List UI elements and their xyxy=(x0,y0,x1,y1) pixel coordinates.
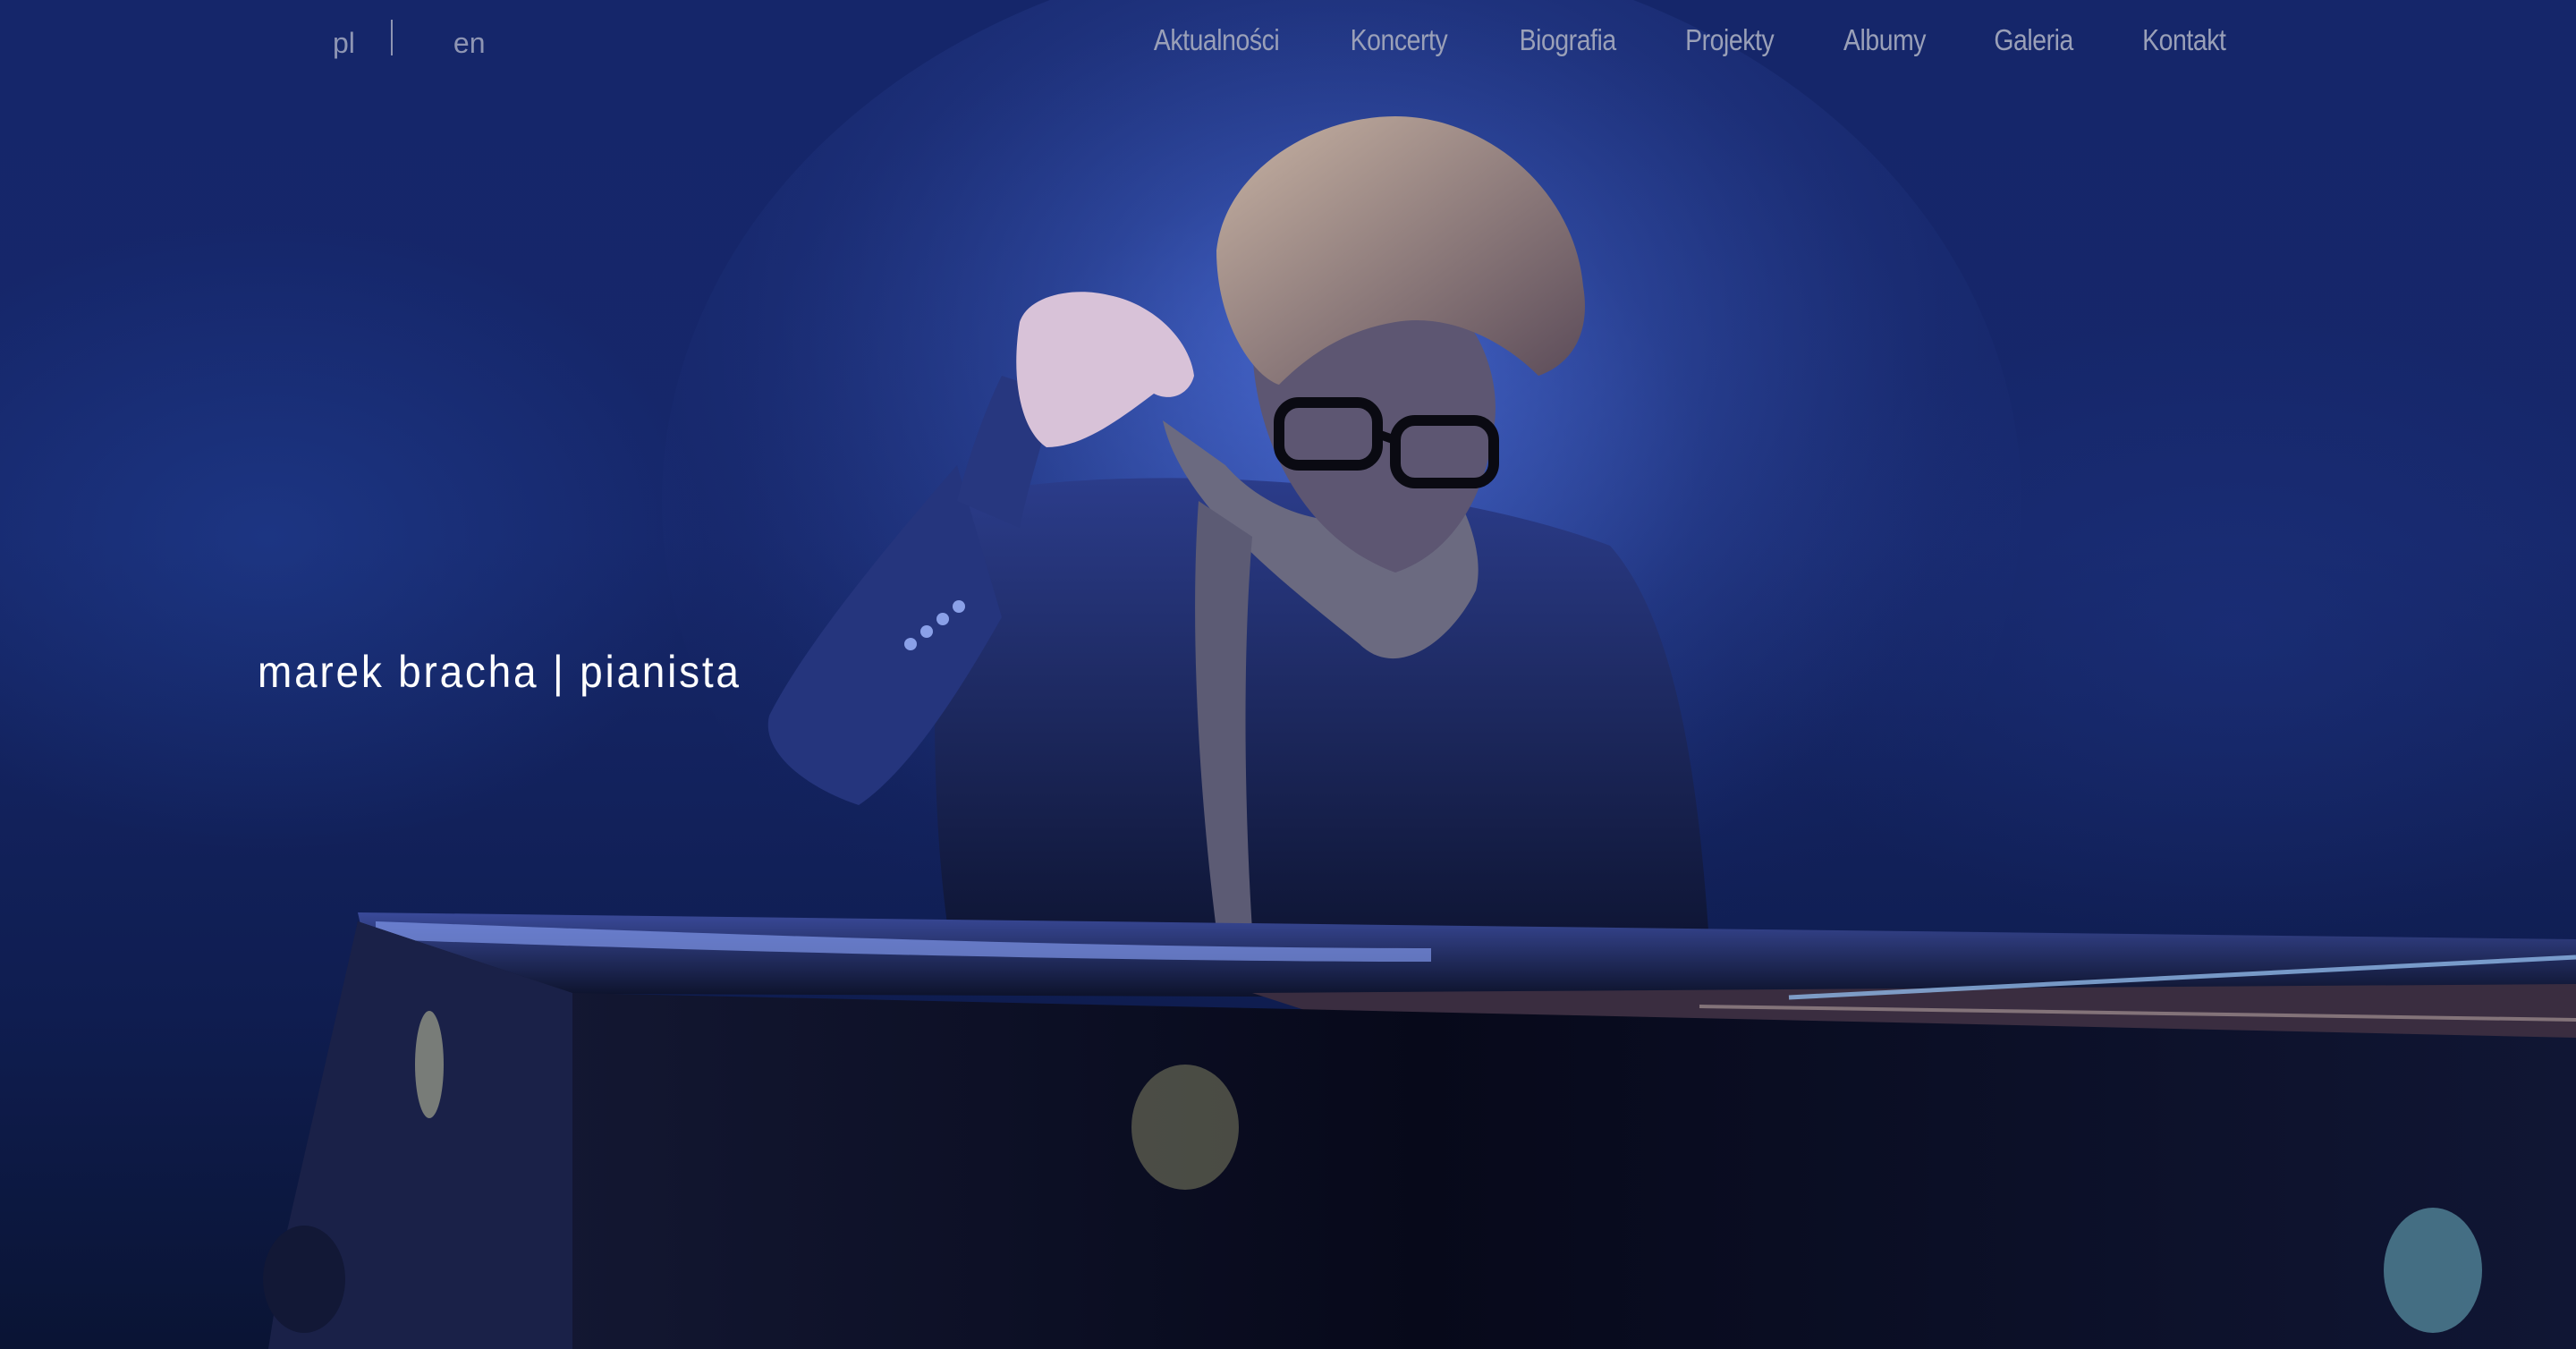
nav-item-aktualnosci[interactable]: Aktualności xyxy=(1154,23,1280,57)
site-title: marek bracha | pianista xyxy=(258,647,741,697)
lang-option-pl[interactable]: pl xyxy=(324,27,364,60)
lang-option-en[interactable]: en xyxy=(445,27,495,60)
nav-item-koncerty[interactable]: Koncerty xyxy=(1351,23,1448,57)
hero-section: pl en Aktualności Koncerty Biografia Pro… xyxy=(0,0,2576,1349)
nav-item-biografia[interactable]: Biografia xyxy=(1519,23,1616,57)
main-navigation: Aktualności Koncerty Biografia Projekty … xyxy=(1078,23,2225,57)
nav-item-kontakt[interactable]: Kontakt xyxy=(2142,23,2226,57)
nav-item-projekty[interactable]: Projekty xyxy=(1686,23,1775,57)
nav-item-galeria[interactable]: Galeria xyxy=(1994,23,2073,57)
nav-item-albumy[interactable]: Albumy xyxy=(1843,23,1926,57)
language-switcher: pl en xyxy=(324,20,495,61)
lang-divider xyxy=(390,20,393,55)
